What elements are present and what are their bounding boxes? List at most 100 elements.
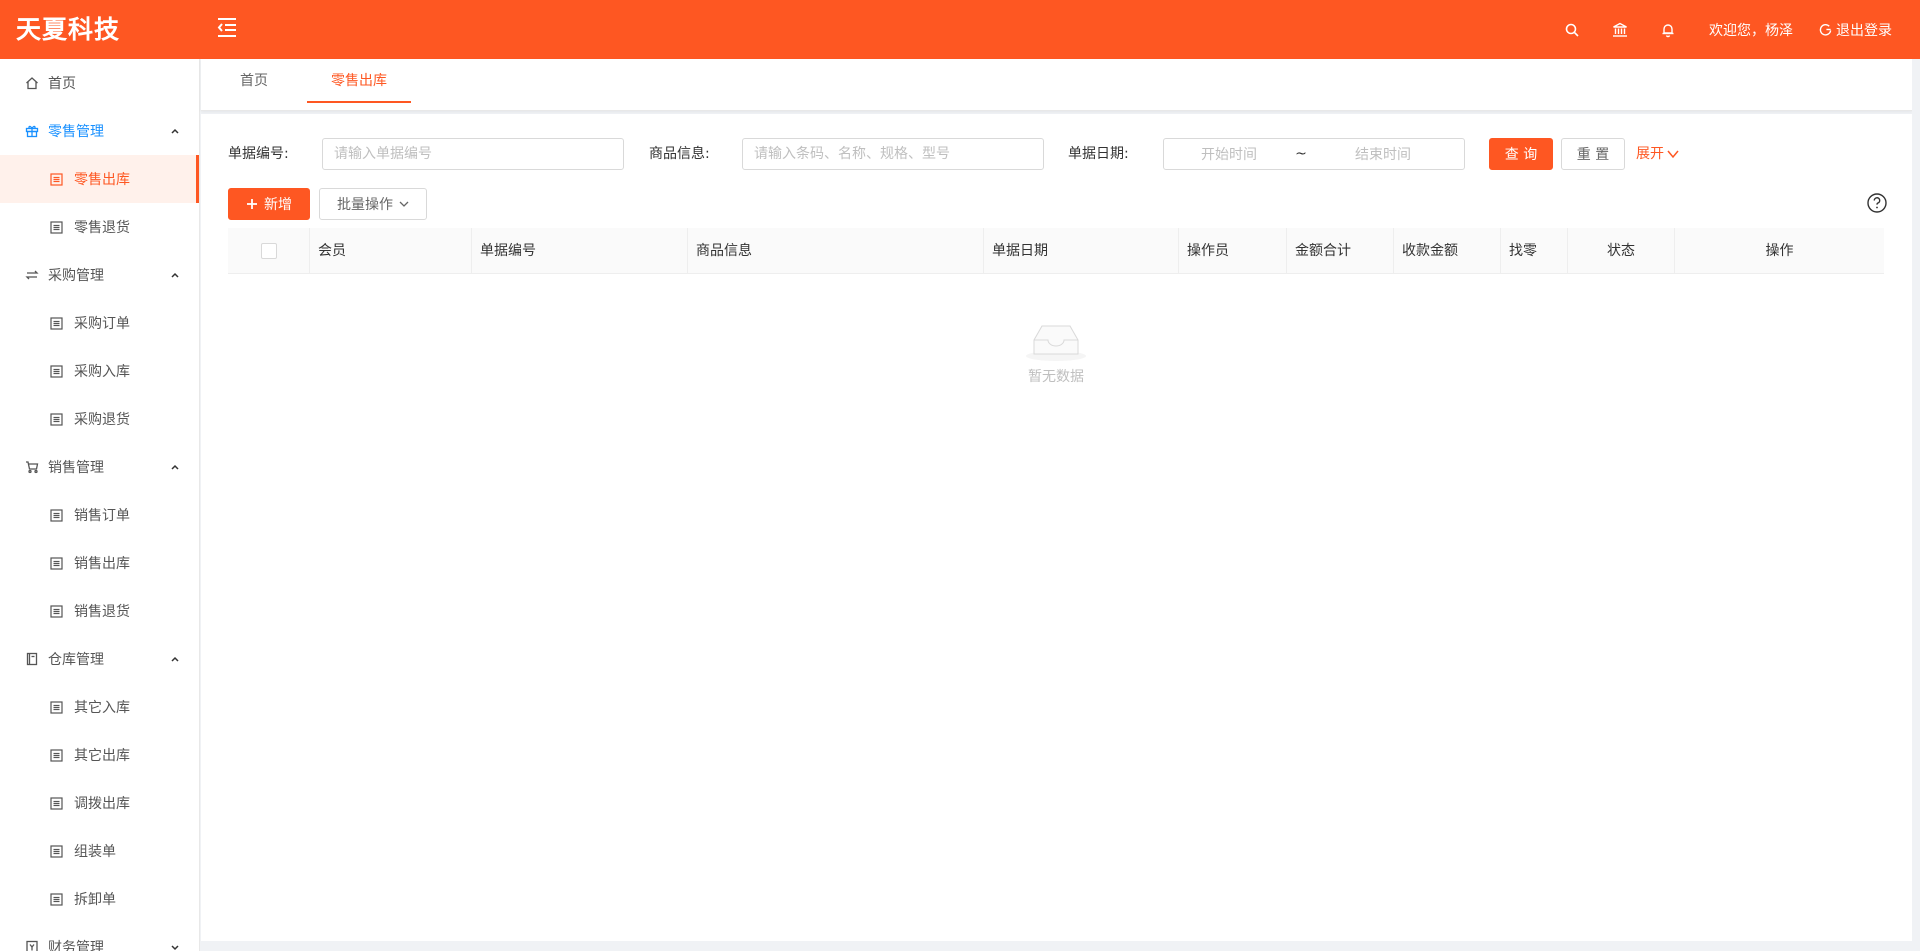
col-received[interactable]: 收款金额 [1394,228,1501,274]
page-scrollbar[interactable] [1912,59,1920,951]
logout-label: 退出登录 [1836,22,1892,39]
list-icon [48,219,64,235]
col-change[interactable]: 找零 [1501,228,1568,274]
sidebar-item-other-out[interactable]: 其它出库 [0,731,199,779]
table-header: 会员 单据编号 商品信息 单据日期 操作员 金额合计 收款金额 找零 状态 操作 [228,228,1884,274]
table-toolbar: 新增 批量操作 [228,188,1888,220]
list-icon [48,603,64,619]
product-input[interactable] [742,138,1044,170]
add-button[interactable]: 新增 [228,188,310,220]
list-icon [48,747,64,763]
sidebar-item-purchase-in[interactable]: 采购入库 [0,347,199,395]
date-end-input[interactable]: 结束时间 [1308,144,1458,164]
add-label: 新增 [264,197,292,213]
book-icon [24,651,40,667]
sidebar-item-sales-return[interactable]: 销售退货 [0,587,199,635]
bill-no-input[interactable] [322,138,624,170]
tab-retail-out[interactable]: 零售出库 [307,59,411,103]
sidebar-item-sales-out[interactable]: 销售出库 [0,539,199,587]
gift-icon [24,123,40,139]
date-range-picker[interactable]: 开始时间 ~ 结束时间 [1163,138,1465,170]
col-bill-no[interactable]: 单据编号 [472,228,688,274]
sidebar-item-home[interactable]: 首页 [0,59,199,107]
sidebar-item-label: 其它出库 [74,748,130,764]
swap-icon [24,267,40,283]
account-book-icon [24,939,40,951]
search-icon[interactable] [1561,19,1583,41]
sidebar-group-sales[interactable]: 销售管理 [0,443,199,491]
sidebar-item-other-in[interactable]: 其它入库 [0,683,199,731]
batch-label: 批量操作 [337,197,393,213]
list-icon [48,411,64,427]
col-status[interactable]: 状态 [1568,228,1675,274]
list-icon [48,795,64,811]
list-icon [48,891,64,907]
sidebar-group-warehouse[interactable]: 仓库管理 [0,635,199,683]
list-icon [48,315,64,331]
sidebar-item-retail-out[interactable]: 零售出库 [0,155,199,203]
list-icon [48,555,64,571]
search-form: 单据编号: 商品信息: 单据日期: 开始时间 ~ 结束时间 查 询 重 置 展开 [228,138,1888,170]
sidebar-item-transfer-out[interactable]: 调拨出库 [0,779,199,827]
empty-text: 暂无数据 [1028,369,1084,385]
bell-icon[interactable] [1657,19,1679,41]
product-label: 商品信息: [649,146,710,162]
top-header: 天夏科技 欢迎您，杨泽 退出登录 [0,0,1920,59]
expand-label: 展开 [1636,146,1664,162]
bill-no-label: 单据编号: [228,146,289,162]
chevron-up-icon [171,464,179,470]
list-icon [48,843,64,859]
sidebar-item-label: 销售退货 [74,604,130,620]
sidebar-item-label: 零售管理 [48,124,104,140]
logout-icon [1819,24,1832,36]
col-member[interactable]: 会员 [310,228,472,274]
sidebar-item-disassembly[interactable]: 拆卸单 [0,875,199,923]
sidebar-group-purchase[interactable]: 采购管理 [0,251,199,299]
sidebar-item-label: 组装单 [74,844,116,860]
bank-icon[interactable] [1609,19,1631,41]
data-table: 会员 单据编号 商品信息 单据日期 操作员 金额合计 收款金额 找零 状态 操作… [228,228,1884,385]
batch-actions-dropdown[interactable]: 批量操作 [319,188,427,220]
menu-fold-icon[interactable] [216,17,242,39]
cart-icon [24,459,40,475]
sidebar-item-purchase-order[interactable]: 采购订单 [0,299,199,347]
sidebar-group-finance[interactable]: 财务管理 [0,923,199,951]
sidebar: 首页 零售管理 零售出库 零售退货 采购管理 采购订单 采购入库 采购退货 销售… [0,59,200,951]
date-start-input[interactable]: 开始时间 [1164,144,1294,164]
sidebar-item-label: 拆卸单 [74,892,116,908]
date-label: 单据日期: [1068,146,1129,162]
query-button[interactable]: 查 询 [1489,138,1553,170]
logout-button[interactable]: 退出登录 [1819,20,1892,40]
sidebar-item-assembly[interactable]: 组装单 [0,827,199,875]
chevron-up-icon [171,128,179,134]
sidebar-item-label: 财务管理 [48,940,104,951]
select-all-checkbox[interactable] [260,243,277,259]
empty-state: 暂无数据 [228,320,1884,386]
col-product[interactable]: 商品信息 [688,228,984,274]
list-panel: 单据编号: 商品信息: 单据日期: 开始时间 ~ 结束时间 查 询 重 置 展开… [201,114,1912,941]
home-icon [24,75,40,91]
sidebar-item-label: 采购退货 [74,412,130,428]
sidebar-item-sales-order[interactable]: 销售订单 [0,491,199,539]
sidebar-item-label: 首页 [48,76,76,92]
chevron-down-icon [1667,150,1679,159]
sidebar-item-label: 销售管理 [48,460,104,476]
sidebar-item-label: 仓库管理 [48,652,104,668]
chevron-down-icon [399,201,409,207]
sidebar-item-retail-return[interactable]: 零售退货 [0,203,199,251]
tab-bar: 首页 零售出库 [201,59,1912,111]
main-content: 首页 零售出库 单据编号: 商品信息: 单据日期: 开始时间 ~ 结束时间 查 … [201,59,1920,951]
list-icon [48,363,64,379]
list-icon [48,171,64,187]
empty-inbox-icon [1026,325,1086,361]
col-bill-date[interactable]: 单据日期 [984,228,1179,274]
expand-toggle[interactable]: 展开 [1636,138,1679,170]
select-all-cell [228,228,310,274]
col-total[interactable]: 金额合计 [1287,228,1394,274]
reset-button[interactable]: 重 置 [1561,138,1625,170]
sidebar-item-purchase-return[interactable]: 采购退货 [0,395,199,443]
question-circle-icon[interactable] [1866,192,1888,214]
tab-home[interactable]: 首页 [223,59,285,103]
col-operator[interactable]: 操作员 [1179,228,1287,274]
sidebar-group-retail[interactable]: 零售管理 [0,107,199,155]
